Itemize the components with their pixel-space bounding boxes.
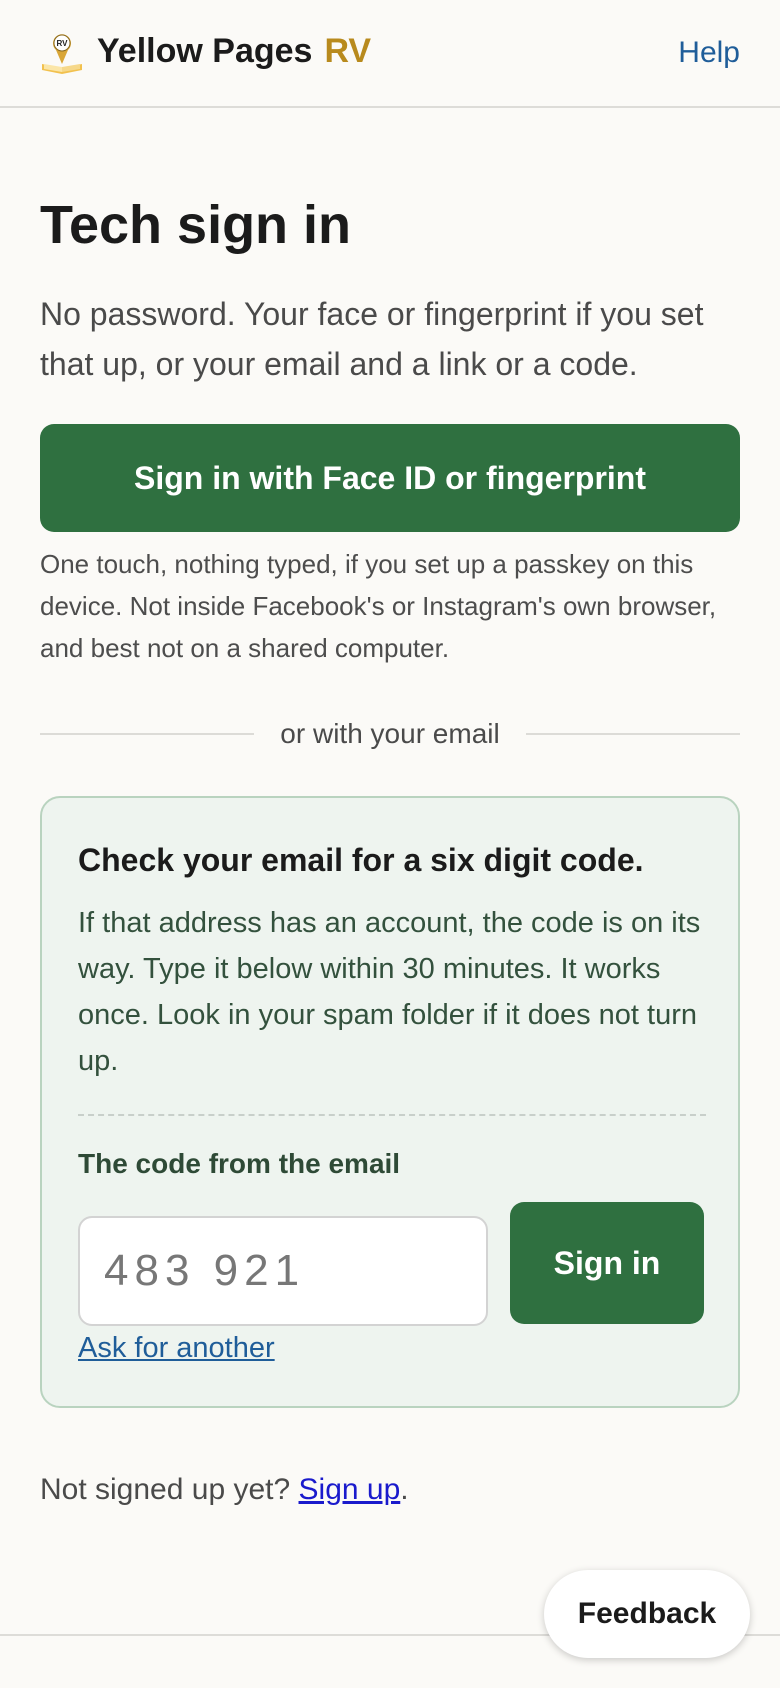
ask-for-another-link[interactable]: Ask for another (78, 1332, 275, 1365)
intro-text: No password. Your face or fingerprint if… (40, 296, 704, 382)
help-link[interactable]: Help (678, 36, 740, 70)
passkey-note: One touch, nothing typed, if you set up … (40, 549, 717, 663)
code-panel-title: Check your email for a six digit code. (78, 842, 644, 878)
sign-up-link[interactable]: Sign up (299, 1473, 401, 1506)
brand-suffix: RV (324, 32, 372, 70)
code-field-label: The code from the email (78, 1148, 401, 1179)
brand-text: Yellow Pages (97, 32, 313, 70)
code-sent-panel: Check your email for a six digit code. I… (40, 796, 740, 1408)
code-input[interactable] (78, 1216, 488, 1326)
divider-line-right (525, 733, 740, 735)
page-title: Tech sign in (40, 195, 352, 255)
passkey-sign-in-button[interactable]: Sign in with Face ID or fingerprint (40, 424, 740, 532)
code-panel-body: If that address has an account, the code… (78, 907, 701, 1077)
yellow-pages-book-pin-icon[interactable]: RV (40, 30, 84, 76)
signup-prompt: Not signed up yet? Sign up. (40, 1473, 409, 1507)
signup-suffix: . (400, 1473, 409, 1506)
divider-line-left (40, 733, 255, 735)
signup-prompt-text: Not signed up yet? (40, 1473, 291, 1506)
brand-name[interactable]: Yellow Pages RV (97, 32, 371, 71)
sign-in-button[interactable]: Sign in (510, 1202, 704, 1324)
site-header: RV Yellow Pages RV Help (0, 0, 780, 108)
logo-badge-text: RV (57, 39, 69, 48)
feedback-button[interactable]: Feedback (544, 1570, 750, 1658)
panel-divider (78, 1114, 706, 1116)
email-divider: or with your email (40, 714, 740, 754)
divider-text: or with your email (280, 718, 500, 749)
